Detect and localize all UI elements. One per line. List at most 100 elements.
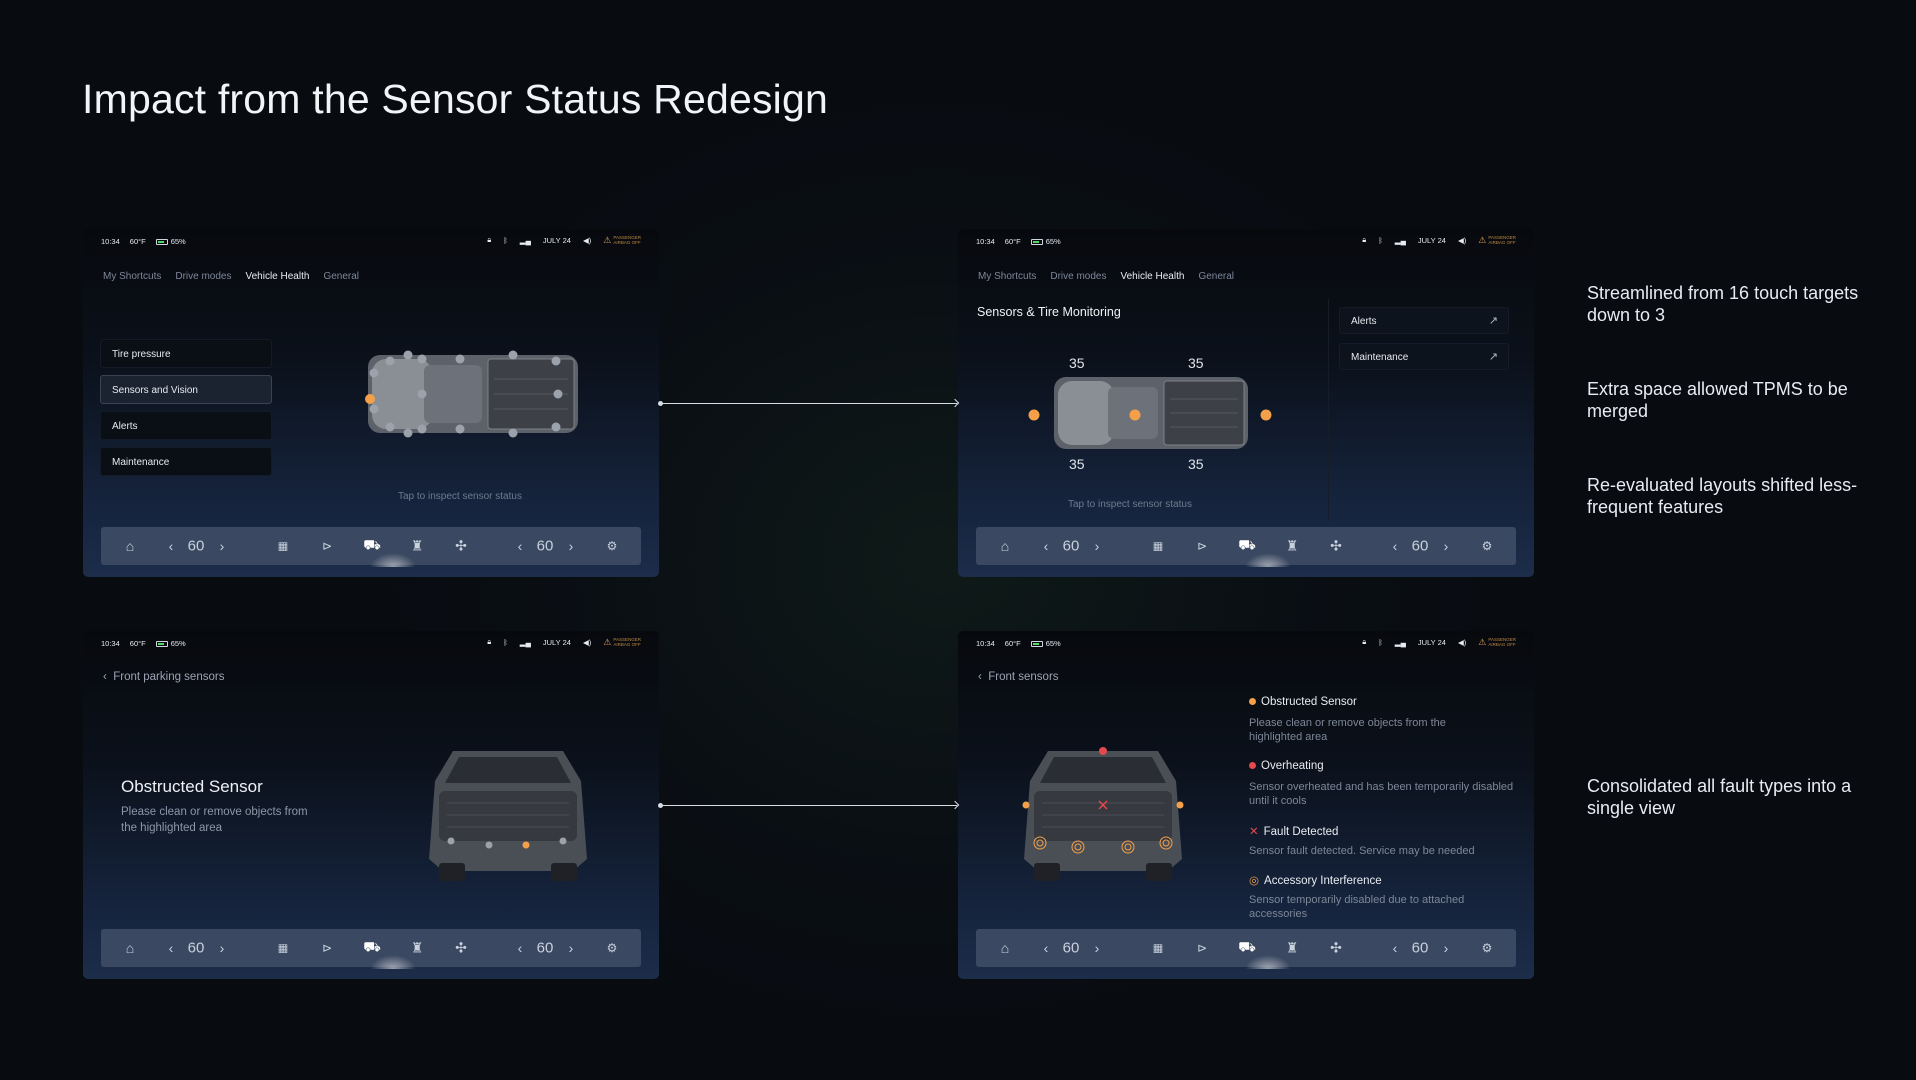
back-button[interactable]: ‹ Front sensors xyxy=(978,671,1059,683)
sensor-front[interactable] xyxy=(1028,409,1040,421)
sensor-dot[interactable] xyxy=(553,389,563,399)
chevron-left-icon[interactable]: ‹ xyxy=(1393,538,1398,554)
grid-icon[interactable]: ▦ xyxy=(1153,942,1163,955)
chevron-right-icon[interactable]: › xyxy=(220,538,225,554)
tab-my-shortcuts[interactable]: My Shortcuts xyxy=(978,271,1036,282)
menu-item-alerts[interactable]: Alerts xyxy=(100,411,272,440)
chevron-right-icon[interactable]: › xyxy=(1095,538,1100,554)
home-icon[interactable]: ⌂ xyxy=(1001,940,1009,956)
sensor-center[interactable] xyxy=(1129,409,1141,421)
tire-pressure-front-left: 35 xyxy=(1069,355,1085,371)
sensor-dot[interactable] xyxy=(417,354,427,364)
chevron-right-icon[interactable]: › xyxy=(569,538,574,554)
sensor-dot[interactable] xyxy=(455,354,465,364)
sensor-rear[interactable] xyxy=(1260,409,1272,421)
status-bar: 10:34 60°F 65% 🔒︎ ᛒ ▂▄ JULY 24 ◀) ⚠ PASSENGER AIR… xyxy=(958,229,1534,253)
airbag-icon: ⚠ xyxy=(1478,636,1487,647)
fan-icon[interactable]: ✣ xyxy=(1330,538,1342,555)
sensor-dot[interactable] xyxy=(369,368,379,378)
play-icon[interactable]: ⊳ xyxy=(1197,539,1207,553)
seat-icon[interactable]: ♜ xyxy=(1286,538,1299,555)
chevron-right-icon[interactable]: › xyxy=(1095,940,1100,956)
home-icon[interactable]: ⌂ xyxy=(126,538,134,554)
status-description: Please clean or remove objects from the … xyxy=(121,806,308,834)
alerts-link[interactable]: Alerts ↗ xyxy=(1339,307,1509,334)
chevron-left-icon[interactable]: ‹ xyxy=(169,538,174,554)
note-layout-shift: Re-evaluated layouts shifted less-freque… xyxy=(1587,475,1858,517)
tab-drive-modes[interactable]: Drive modes xyxy=(175,271,231,282)
sensor-dot[interactable] xyxy=(417,424,427,434)
chevron-left-icon[interactable]: ‹ xyxy=(1044,940,1049,956)
menu-item-maintenance[interactable]: Maintenance xyxy=(100,447,272,476)
lock-icon: 🔒︎ xyxy=(1362,235,1367,244)
sensor-dot[interactable] xyxy=(417,389,427,399)
active-glow xyxy=(1245,553,1291,567)
grid-icon[interactable]: ▦ xyxy=(1153,540,1163,553)
tab-general[interactable]: General xyxy=(1198,271,1234,282)
play-icon[interactable]: ⊳ xyxy=(322,941,332,955)
chevron-left-icon[interactable]: ‹ xyxy=(518,538,523,554)
sensor-obstructed[interactable] xyxy=(1022,801,1030,809)
sensor-dot[interactable] xyxy=(551,356,561,366)
gear-icon[interactable]: ⚙ xyxy=(607,941,618,955)
volume-icon: ◀) xyxy=(582,637,592,647)
sensor-dot[interactable] xyxy=(485,841,493,849)
sensor-dot[interactable] xyxy=(508,428,518,438)
note-fault-types: Consolidated all fault types into a sing… xyxy=(1587,776,1852,818)
sensor-dot[interactable] xyxy=(369,404,379,414)
sensor-dot[interactable] xyxy=(403,350,413,360)
play-icon[interactable]: ⊳ xyxy=(322,539,332,553)
bluetooth-icon: ᛒ xyxy=(1378,637,1383,647)
seat-icon[interactable]: ♜ xyxy=(411,538,424,555)
seat-icon[interactable]: ♜ xyxy=(1286,940,1299,957)
fan-icon[interactable]: ✣ xyxy=(455,940,467,957)
status-title: Obstructed Sensor xyxy=(121,777,263,796)
sensor-dot[interactable] xyxy=(403,428,413,438)
tab-general[interactable]: General xyxy=(323,271,359,282)
menu-item-tire-pressure[interactable]: Tire pressure xyxy=(100,339,272,368)
chevron-left-icon[interactable]: ‹ xyxy=(518,940,523,956)
back-button[interactable]: ‹ Front parking sensors xyxy=(103,671,224,683)
airbag-icon: ⚠ xyxy=(1478,234,1487,245)
sensor-dot[interactable] xyxy=(559,837,567,845)
chevron-right-icon[interactable]: › xyxy=(569,940,574,956)
tire-pressure-rear-right: 35 xyxy=(1188,456,1204,472)
tab-my-shortcuts[interactable]: My Shortcuts xyxy=(103,271,161,282)
sensor-overheating[interactable] xyxy=(1099,747,1107,755)
tab-drive-modes[interactable]: Drive modes xyxy=(1050,271,1106,282)
fault-desc-overheating: Sensor overheated and has been temporari… xyxy=(1249,781,1514,807)
menu-item-sensors-and-vision[interactable]: Sensors and Vision xyxy=(100,375,272,404)
fan-icon[interactable]: ✣ xyxy=(1330,940,1342,957)
play-icon[interactable]: ⊳ xyxy=(1197,941,1207,955)
chevron-right-icon[interactable]: › xyxy=(220,940,225,956)
sensor-dot[interactable] xyxy=(447,837,455,845)
sensor-dot[interactable] xyxy=(508,350,518,360)
tab-vehicle-health[interactable]: Vehicle Health xyxy=(246,271,310,282)
chevron-right-icon[interactable]: › xyxy=(1444,940,1449,956)
sensor-dot[interactable] xyxy=(385,356,395,366)
seat-icon[interactable]: ♜ xyxy=(411,940,424,957)
sensor-dot[interactable] xyxy=(385,422,395,432)
sensor-dot-obstructed[interactable] xyxy=(522,841,530,849)
chevron-left-icon[interactable]: ‹ xyxy=(169,940,174,956)
gear-icon[interactable]: ⚙ xyxy=(1482,941,1493,955)
grid-icon[interactable]: ▦ xyxy=(278,540,288,553)
gear-icon[interactable]: ⚙ xyxy=(1482,539,1493,553)
airbag-icon: ⚠ xyxy=(603,234,612,245)
fan-icon[interactable]: ✣ xyxy=(455,538,467,555)
grid-icon[interactable]: ▦ xyxy=(278,942,288,955)
maintenance-link[interactable]: Maintenance ↗ xyxy=(1339,343,1509,370)
right-temp-value: 60 xyxy=(1411,939,1429,957)
chevron-left-icon[interactable]: ‹ xyxy=(1044,538,1049,554)
gear-icon[interactable]: ⚙ xyxy=(607,539,618,553)
health-menu: Tire pressure Sensors and Vision Alerts … xyxy=(100,339,272,483)
tab-vehicle-health[interactable]: Vehicle Health xyxy=(1121,271,1185,282)
sensor-dot[interactable] xyxy=(551,422,561,432)
home-icon[interactable]: ⌂ xyxy=(1001,538,1009,554)
chevron-right-icon[interactable]: › xyxy=(1444,538,1449,554)
home-icon[interactable]: ⌂ xyxy=(126,940,134,956)
sensor-obstructed[interactable] xyxy=(1176,801,1184,809)
sensor-dot-obstructed[interactable] xyxy=(365,394,375,404)
chevron-left-icon[interactable]: ‹ xyxy=(1393,940,1398,956)
sensor-dot[interactable] xyxy=(455,424,465,434)
